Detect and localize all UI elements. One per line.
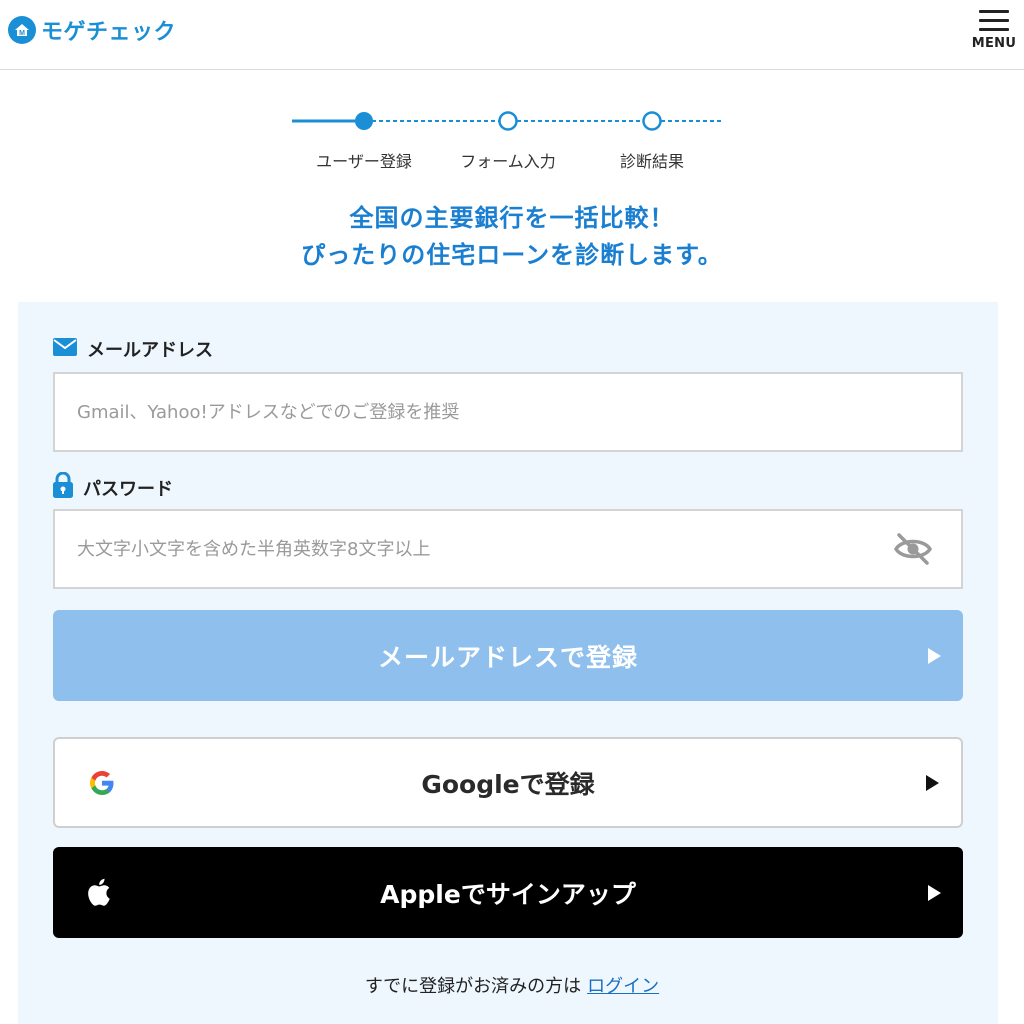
play-arrow-icon [926,774,939,791]
progress-stepper: ユーザー登録 フォーム入力 診断結果 [0,100,1024,180]
email-label-text: メールアドレス [87,340,213,361]
logo-text: モゲチェック [41,20,177,45]
login-prompt: すでに登録がお済みの方は ログイン [0,972,1024,998]
login-prompt-text: すでに登録がお済みの方は [364,976,582,997]
email-field[interactable] [53,372,963,452]
logo-link[interactable]: M モゲチェック [8,14,176,46]
lock-icon [53,471,73,503]
headline-line-1: 全国の主要銀行を一括比較！ [349,204,675,232]
menu-button[interactable]: MENU [969,8,1019,54]
step-dot-current [355,112,373,130]
headline: 全国の主要銀行を一括比較！ ぴったりの住宅ローンを診断します。 [0,200,1024,274]
logo-icon: M [8,16,36,44]
play-arrow-icon [928,884,941,901]
stepper-track [292,111,724,131]
step-dot-upcoming [642,111,662,131]
google-register-label: Googleで登録 [421,769,595,799]
eye-slash-icon[interactable] [893,531,933,567]
email-label: メールアドレス [53,336,213,362]
apple-icon [85,877,111,907]
step-label-user-registration: ユーザー登録 [316,152,412,171]
hamburger-icon [979,8,1009,32]
email-register-label: メールアドレスで登録 [377,642,638,672]
password-label: パスワード [53,471,173,503]
step-dot-upcoming [498,111,518,131]
google-register-button[interactable]: Googleで登録 [53,737,963,828]
envelope-icon [53,337,77,361]
password-label-text: パスワード [83,478,173,500]
password-field[interactable] [53,509,963,589]
step-label-result: 診断結果 [619,152,684,171]
headline-line-2: ぴったりの住宅ローンを診断します。 [301,241,723,269]
apple-signup-label: Appleでサインアップ [380,879,636,909]
svg-text:M: M [19,30,25,37]
login-link[interactable]: ログイン [587,976,659,997]
google-g-icon [87,768,117,798]
email-register-button[interactable]: メールアドレスで登録 [53,610,963,701]
menu-label: MENU [971,36,1017,51]
top-header: M モゲチェック MENU [0,0,1024,70]
step-label-form-input: フォーム入力 [460,152,556,171]
play-arrow-icon [928,647,941,664]
apple-signup-button[interactable]: Appleでサインアップ [53,847,963,938]
